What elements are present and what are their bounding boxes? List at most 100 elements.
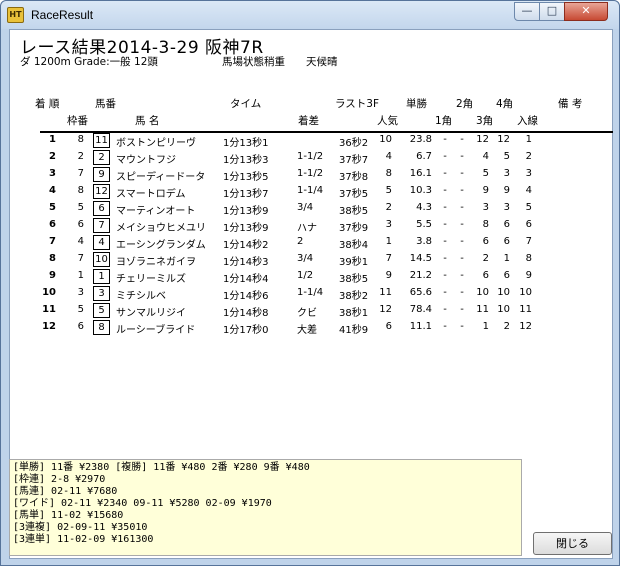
- cell-finish: 3: [525, 168, 532, 179]
- cell-corner1: -: [443, 236, 447, 247]
- table-row: 4 8 12 スマートロデム 1分13秒7 1-1/4 37秒5 5 10.3- -9 9 4: [10, 183, 614, 200]
- cell-time: 1分14秒8: [223, 308, 269, 319]
- cell-margin: 1-1/4: [297, 287, 324, 298]
- app-icon: HT: [7, 7, 24, 23]
- cell-corner4: 10: [497, 304, 510, 315]
- cell-finish: 11: [519, 304, 532, 315]
- cell-horse-name: スピーディードータ: [116, 172, 206, 183]
- table-row: 9 1 1 チェリーミルズ 1分14秒4 1/2 38秒5 9 21.2- -6 6 9: [10, 268, 614, 285]
- payout-panel: [単勝] 11番 ¥2380 [複勝] 11番 ¥480 2番 ¥280 9番 …: [9, 459, 522, 556]
- cell-waku: 7: [77, 168, 84, 179]
- cell-odds: 5.5: [416, 219, 432, 230]
- header-corner2: 2角: [456, 98, 474, 110]
- cell-corner3: 3: [482, 202, 489, 213]
- cell-corner2: -: [460, 236, 464, 247]
- cell-ninki: 8: [385, 168, 392, 179]
- cell-corner2: -: [460, 185, 464, 196]
- payout-line-umaren: [馬連] 02-11 ¥7680: [13, 486, 118, 497]
- cell-margin: ハナ: [297, 223, 317, 234]
- cell-position: 9: [49, 270, 56, 281]
- cell-horse-name: サンマルリジイ: [116, 308, 186, 319]
- minimize-button[interactable]: —: [514, 2, 540, 21]
- cell-corner4: 2: [503, 321, 510, 332]
- cell-corner2: -: [460, 287, 464, 298]
- cell-time: 1分13秒9: [223, 206, 269, 217]
- header-biko: 備 考: [558, 98, 583, 110]
- cell-time: 1分14秒3: [223, 257, 269, 268]
- header-corner4: 4角: [496, 98, 514, 110]
- cell-corner2: -: [460, 168, 464, 179]
- table-row: 10 3 3 ミチシルベ 1分14秒6 1-1/4 38秒2 11 65.6- -10 10 10: [10, 285, 614, 302]
- cell-finish: 1: [525, 134, 532, 145]
- cell-time: 1分13秒7: [223, 189, 269, 200]
- cell-last3f: 38秒5: [339, 206, 369, 217]
- cell-last3f: 39秒1: [339, 257, 369, 268]
- cell-corner1: -: [443, 151, 447, 162]
- header-wakuban: 枠番: [67, 115, 88, 127]
- cell-horse-name: ボストンピリーヴ: [116, 138, 196, 149]
- header-umaban: 馬番: [95, 98, 116, 110]
- cell-corner2: -: [460, 253, 464, 264]
- title-bar[interactable]: HT RaceResult — □ ✕: [1, 1, 619, 29]
- cell-horse-name: マーティンオート: [116, 206, 196, 217]
- cell-corner2: -: [460, 202, 464, 213]
- cell-time: 1分13秒9: [223, 223, 269, 234]
- cell-margin: 1-1/2: [297, 168, 324, 179]
- cell-horse-name: メイショウヒメユリ: [116, 223, 206, 234]
- cell-ninki: 6: [385, 321, 392, 332]
- cell-waku: 6: [77, 219, 84, 230]
- maximize-button[interactable]: □: [539, 2, 565, 21]
- cell-ninki: 4: [385, 151, 392, 162]
- cell-last3f: 41秒9: [339, 325, 369, 336]
- cell-corner4: 1: [503, 253, 510, 264]
- cell-margin: 3/4: [297, 253, 314, 264]
- payout-line-sanrenpuku: [3連複] 02-09-11 ¥35010: [13, 522, 148, 533]
- header-ninki: 人気: [377, 115, 398, 127]
- cell-horse-name: ミチシルベ: [116, 291, 166, 302]
- cell-ninki: 5: [385, 185, 392, 196]
- cell-position: 10: [42, 287, 56, 298]
- cell-last3f: 38秒4: [339, 240, 369, 251]
- cell-ninki: 7: [385, 253, 392, 264]
- cell-corner3: 8: [482, 219, 489, 230]
- track-condition: 馬場状態稍重: [222, 56, 285, 68]
- cell-position: 11: [42, 304, 56, 315]
- cell-time: 1分13秒5: [223, 172, 269, 183]
- cell-finish: 8: [525, 253, 532, 264]
- cell-odds: 21.2: [409, 270, 432, 281]
- cell-last3f: 37秒7: [339, 155, 369, 166]
- cell-last3f: 38秒2: [339, 291, 369, 302]
- cell-corner1: -: [443, 270, 447, 281]
- cell-odds: 4.3: [416, 202, 432, 213]
- cell-finish: 9: [525, 270, 532, 281]
- cell-umaban: 12: [93, 184, 110, 199]
- cell-corner4: 3: [503, 202, 510, 213]
- cell-corner2: -: [460, 151, 464, 162]
- cell-corner1: -: [443, 202, 447, 213]
- cell-umaban: 4: [93, 235, 110, 250]
- cell-corner1: -: [443, 253, 447, 264]
- cell-umaban: 5: [93, 303, 110, 318]
- cell-time: 1分14秒4: [223, 274, 269, 285]
- weather: 天候晴: [306, 56, 338, 68]
- cell-position: 5: [49, 202, 56, 213]
- table-row: 8 7 10 ヨゾラニネガイヲ 1分14秒3 3/4 39秒1 7 14.5- -2 1 8: [10, 251, 614, 268]
- cell-umaban: 3: [93, 286, 110, 301]
- cell-umaban: 11: [93, 133, 110, 148]
- cell-last3f: 37秒5: [339, 189, 369, 200]
- close-dialog-button[interactable]: 閉じる: [533, 532, 612, 555]
- cell-ninki: 3: [385, 219, 392, 230]
- cell-time: 1分17秒0: [223, 325, 269, 336]
- cell-corner1: -: [443, 219, 447, 230]
- cell-ninki: 12: [379, 304, 392, 315]
- cell-finish: 12: [519, 321, 532, 332]
- cell-margin: 1/2: [297, 270, 314, 281]
- cell-corner2: -: [460, 321, 464, 332]
- cell-waku: 8: [77, 185, 84, 196]
- app-window: HT RaceResult — □ ✕ レース結果2014-3-29 阪神7R …: [0, 0, 620, 566]
- cell-umaban: 1: [93, 269, 110, 284]
- cell-finish: 6: [525, 219, 532, 230]
- window-close-button[interactable]: ✕: [564, 2, 608, 21]
- cell-waku: 1: [77, 270, 84, 281]
- cell-ninki: 11: [379, 287, 392, 298]
